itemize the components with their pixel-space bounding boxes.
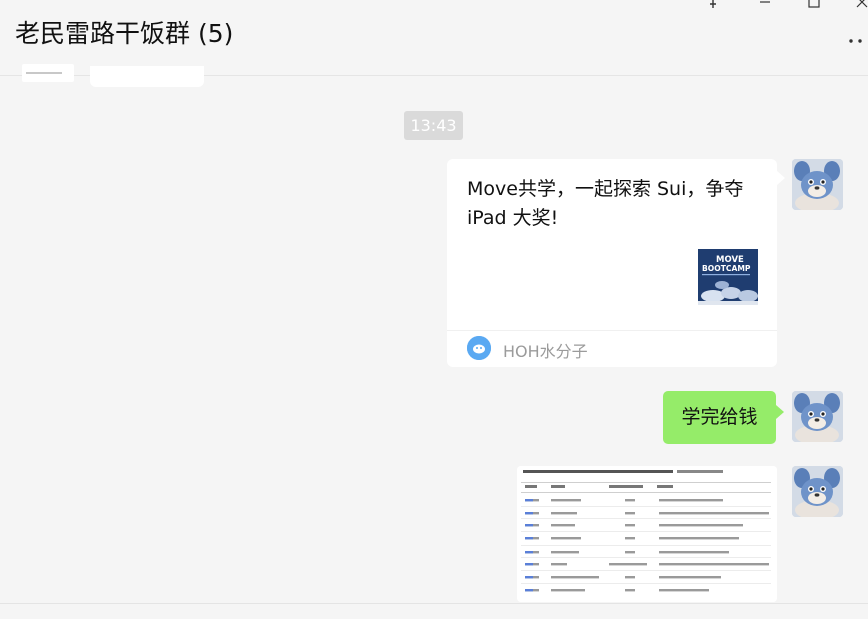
source-account-name: HOH水分子 [503,342,588,361]
maximize-icon[interactable] [804,0,824,14]
minimize-icon[interactable] [755,0,775,14]
table-screenshot-thumbnail [517,466,777,602]
link-card-title: Move共学，一起探索 Sui，争夺 iPad 大奖! [467,178,744,229]
previous-message-fragment[interactable] [90,66,204,87]
chat-title: 老民雷路干饭群 (5) [15,19,234,48]
text-message-bubble[interactable]: 学完给钱 [663,391,784,444]
avatar[interactable] [792,391,843,442]
image-message[interactable] [517,466,777,602]
message-timestamp: 13:43 [404,111,463,140]
chat-header: 老民雷路干饭群 (5) [0,0,868,76]
link-card-thumbnail: MOVE BOOTCAMP [698,249,758,305]
pin-icon[interactable] [703,0,723,14]
avatar[interactable] [792,159,843,210]
more-options-icon[interactable] [848,26,864,50]
input-area-divider [0,603,868,619]
previous-message-fragment[interactable] [22,64,74,82]
link-card-footer: HOH水分子 [447,330,777,367]
avatar[interactable] [792,466,843,517]
source-account-icon [467,336,491,360]
link-card-message[interactable]: Move共学，一起探索 Sui，争夺 iPad 大奖! MOVE BOOTCAM… [447,159,785,367]
thumb-text-bootcamp: BOOTCAMP [702,264,751,273]
close-icon[interactable] [852,0,868,14]
